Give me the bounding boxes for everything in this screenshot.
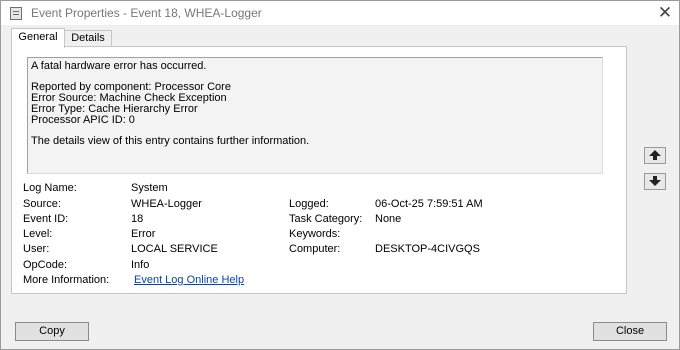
- event-properties-window: Event Properties - Event 18, WHEA-Logger…: [0, 0, 680, 350]
- computer-label: Computer:: [289, 243, 341, 255]
- description-line: Processor APIC ID: 0: [31, 114, 135, 126]
- opcode-value: Info: [131, 259, 150, 271]
- opcode-label: OpCode:: [23, 259, 68, 271]
- event-viewer-icon: [10, 7, 22, 20]
- level-label: Level:: [23, 228, 53, 240]
- event-id-label: Event ID:: [23, 213, 69, 225]
- user-label: User:: [23, 243, 50, 255]
- previous-event-button[interactable]: [644, 147, 666, 164]
- event-description[interactable]: A fatal hardware error has occurred. Rep…: [27, 57, 603, 174]
- description-line: A fatal hardware error has occurred.: [31, 60, 207, 72]
- event-id-value: 18: [131, 213, 144, 225]
- task-category-value: None: [375, 213, 402, 225]
- general-panel: A fatal hardware error has occurred. Rep…: [11, 46, 627, 294]
- next-event-button[interactable]: [644, 173, 666, 190]
- close-button[interactable]: Close: [593, 322, 667, 341]
- close-icon[interactable]: ✕: [651, 3, 679, 23]
- copy-button[interactable]: Copy: [15, 322, 89, 341]
- source-label: Source:: [23, 198, 61, 210]
- more-information-label: More Information:: [23, 274, 110, 286]
- keywords-label: Keywords:: [289, 228, 341, 240]
- logged-label: Logged:: [289, 198, 329, 210]
- computer-value: DESKTOP-4CIVGQS: [375, 243, 480, 255]
- tab-general[interactable]: General: [11, 28, 65, 48]
- window-title: Event Properties - Event 18, WHEA-Logger: [31, 6, 262, 20]
- source-value: WHEA-Logger: [131, 198, 202, 210]
- description-line: The details view of this entry contains …: [31, 135, 310, 147]
- tab-details[interactable]: Details: [64, 30, 112, 47]
- arrow-up-icon: [649, 150, 661, 160]
- event-log-online-help-link[interactable]: Event Log Online Help: [134, 274, 244, 287]
- level-value: Error: [131, 228, 156, 240]
- arrow-down-icon: [649, 176, 661, 186]
- task-category-label: Task Category:: [289, 213, 363, 225]
- logged-value: 06-Oct-25 7:59:51 AM: [375, 198, 483, 210]
- title-bar[interactable]: Event Properties - Event 18, WHEA-Logger…: [1, 1, 679, 25]
- log-name-label: Log Name:: [23, 182, 77, 194]
- user-value: LOCAL SERVICE: [131, 243, 218, 255]
- log-name-value: System: [131, 182, 168, 194]
